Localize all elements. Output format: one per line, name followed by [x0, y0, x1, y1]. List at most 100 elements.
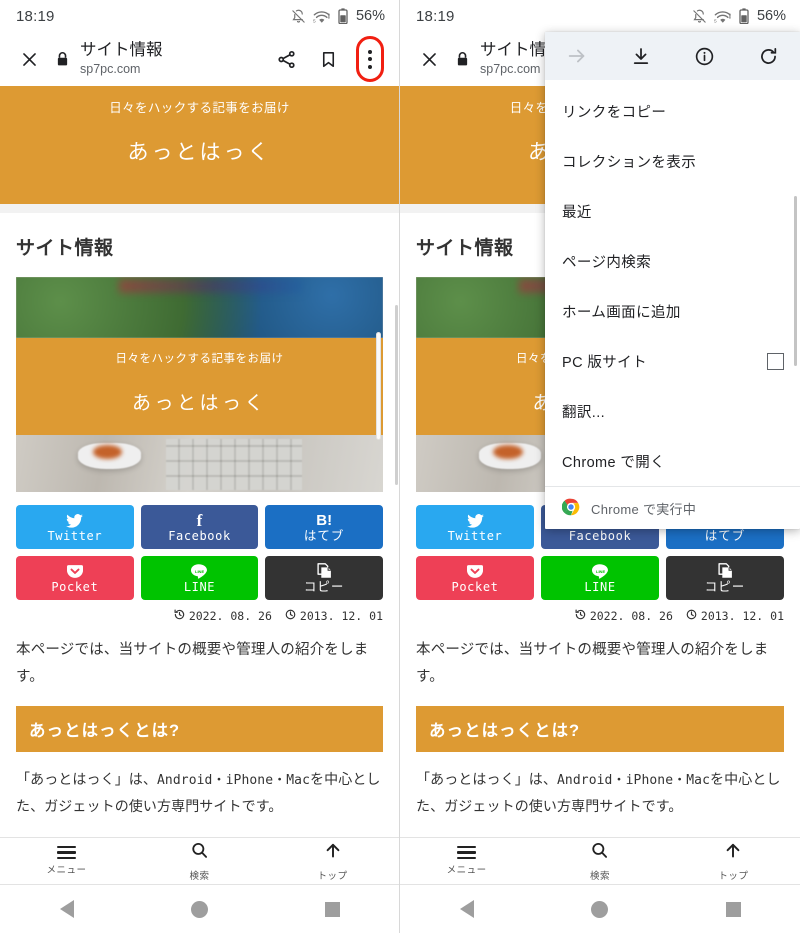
- para-part-a: 「あっとはっく」は、: [16, 770, 157, 787]
- menu-item-label: コレクションを表示: [562, 154, 697, 171]
- notifications-off-icon: [291, 9, 306, 24]
- site-nav-search[interactable]: 検索: [533, 838, 666, 884]
- share-label: Pocket: [451, 580, 499, 594]
- image-site-name: あっとはっく: [131, 393, 267, 414]
- site-nav-menu[interactable]: メニュー: [400, 838, 533, 884]
- facebook-f-icon: f: [196, 511, 203, 530]
- share-label: LINE: [183, 580, 216, 594]
- share-line[interactable]: LINE LINE: [140, 556, 259, 600]
- share-pocket[interactable]: Pocket: [16, 556, 134, 600]
- menu-item-label: ページ内検索: [562, 254, 652, 271]
- clock-icon: [686, 609, 697, 623]
- share-twitter[interactable]: Twitter: [16, 505, 134, 549]
- menu-download-button[interactable]: [609, 32, 673, 80]
- desktop-site-checkbox[interactable]: [767, 352, 784, 370]
- page-heading: サイト情報: [16, 238, 114, 259]
- section-heading: あっとはっくとは?: [16, 705, 383, 752]
- page-scrollbar[interactable]: [395, 305, 398, 485]
- battery-percent: 56%: [756, 8, 786, 24]
- android-recents-button[interactable]: [705, 889, 761, 929]
- battery-icon: [338, 8, 348, 24]
- status-bar: 18:19 5 56%: [0, 0, 399, 32]
- image-bottom-region: [16, 435, 383, 492]
- share-label: はてブ: [303, 528, 345, 543]
- hero-site-name: あっとはっく: [127, 141, 272, 164]
- site-hero-banner: 日々をハックする記事をお届け あっとはっく: [0, 86, 399, 204]
- paragraph-intro: 本ページでは、当サイトの概要や管理人の紹介をします。: [16, 642, 369, 685]
- site-nav-top[interactable]: トップ: [266, 838, 399, 884]
- pocket-icon: [66, 563, 83, 580]
- android-back-button[interactable]: [439, 889, 495, 929]
- menu-item-recent[interactable]: 最近: [545, 186, 800, 236]
- share-line[interactable]: LINE LINE: [541, 556, 659, 600]
- section-heading: あっとはっくとは?: [416, 705, 784, 752]
- menu-item-find-in-page[interactable]: ページ内検索: [545, 236, 800, 286]
- svg-text:LINE: LINE: [596, 569, 605, 574]
- share-twitter[interactable]: Twitter: [416, 505, 534, 549]
- close-tab-button[interactable]: [12, 42, 46, 76]
- copy-icon: [317, 563, 332, 580]
- hatena-b-icon: B!: [316, 511, 333, 529]
- menu-scrollbar[interactable]: [794, 196, 797, 366]
- share-pocket[interactable]: Pocket: [416, 556, 534, 600]
- menu-item-desktop-site[interactable]: PC 版サイト: [545, 336, 800, 386]
- share-hatena[interactable]: B! はてブ: [265, 505, 383, 549]
- paragraph-about: 「あっとはっく」は、Android・iPhone・Macを中心とした、ガジェット…: [416, 766, 784, 820]
- share-button[interactable]: [267, 40, 305, 78]
- menu-item-translate[interactable]: 翻訳...: [545, 386, 800, 436]
- para-part-mono: Android・iPhone・Mac: [557, 772, 711, 788]
- share-label: Twitter: [47, 529, 103, 543]
- android-back-button[interactable]: [39, 889, 95, 929]
- clock-icon: [285, 609, 296, 623]
- site-nav-label: 検索: [589, 870, 610, 882]
- hamburger-icon: [57, 845, 76, 860]
- site-nav-search[interactable]: 検索: [133, 838, 266, 884]
- battery-icon: [739, 8, 749, 24]
- image-orange-band: 日々をハックする記事をお届け あっとはっく: [16, 338, 383, 435]
- updated-date: 2022. 08. 26: [174, 609, 272, 623]
- site-nav-label: トップ: [317, 870, 348, 882]
- back-triangle-icon: [459, 900, 474, 918]
- search-icon: [190, 841, 209, 865]
- menu-reload-button[interactable]: [736, 32, 800, 80]
- site-nav-menu[interactable]: メニュー: [0, 838, 133, 884]
- menu-forward-button[interactable]: [545, 32, 609, 80]
- overflow-menu-popup: リンクをコピー コレクションを表示 最近 ページ内検索 ホーム画面に追加 PC …: [545, 32, 800, 529]
- share-label: Pocket: [51, 580, 99, 594]
- menu-item-open-in-chrome[interactable]: Chrome で開く: [545, 436, 800, 486]
- share-button-grid: Twitter f Facebook B! はてブ Pocket: [16, 505, 383, 600]
- menu-page-info-button[interactable]: [673, 32, 737, 80]
- site-nav-label: メニュー: [446, 865, 487, 877]
- arrow-up-icon: [324, 841, 342, 865]
- site-nav-top[interactable]: トップ: [667, 838, 800, 884]
- line-icon: LINE: [191, 563, 208, 580]
- updated-date: 2022. 08. 26: [575, 609, 673, 623]
- android-home-button[interactable]: [172, 889, 228, 929]
- toolbar-title-group[interactable]: サイト情報 sp7pc.com: [80, 41, 267, 77]
- menu-item-label: 最近: [562, 204, 592, 221]
- share-facebook[interactable]: f Facebook: [140, 505, 259, 549]
- android-home-button[interactable]: [572, 889, 628, 929]
- right-panel: 18:19 5 56% サイト情報 sp7pc.com サイト情報 Twitte…: [400, 0, 800, 933]
- android-recents-button[interactable]: [305, 889, 361, 929]
- wifi-5g-icon: 5: [313, 9, 331, 24]
- article-dates: 2022. 08. 26 2013. 12. 01: [416, 609, 784, 623]
- overflow-menu-button[interactable]: [351, 36, 389, 82]
- bookmark-button[interactable]: [309, 40, 347, 78]
- menu-item-show-collections[interactable]: コレクションを表示: [545, 136, 800, 186]
- home-circle-icon: [191, 900, 208, 918]
- overflow-menu-toolbar: [545, 32, 800, 80]
- overflow-menu-footer: Chrome で実行中: [545, 486, 800, 529]
- status-bar: 18:19 5 56%: [400, 0, 800, 32]
- left-panel: 18:19 5 56% サイト情報 sp7pc.com 日々をハックする記事をお…: [0, 0, 400, 933]
- page-content: サイト情報 日々をハックする記事をお届け あっとはっく Twitter: [0, 213, 399, 844]
- menu-item-copy-link[interactable]: リンクをコピー: [545, 86, 800, 136]
- menu-item-add-to-home-screen[interactable]: ホーム画面に追加: [545, 286, 800, 336]
- close-tab-button[interactable]: [412, 42, 446, 76]
- hero-tagline: 日々をハックする記事をお届け: [109, 101, 290, 115]
- share-copy[interactable]: コピー: [265, 556, 383, 600]
- menu-item-label: 翻訳...: [562, 404, 606, 421]
- share-label: コピー: [704, 579, 746, 594]
- share-copy[interactable]: コピー: [666, 556, 784, 600]
- image-inner-scrollbar[interactable]: [376, 332, 381, 440]
